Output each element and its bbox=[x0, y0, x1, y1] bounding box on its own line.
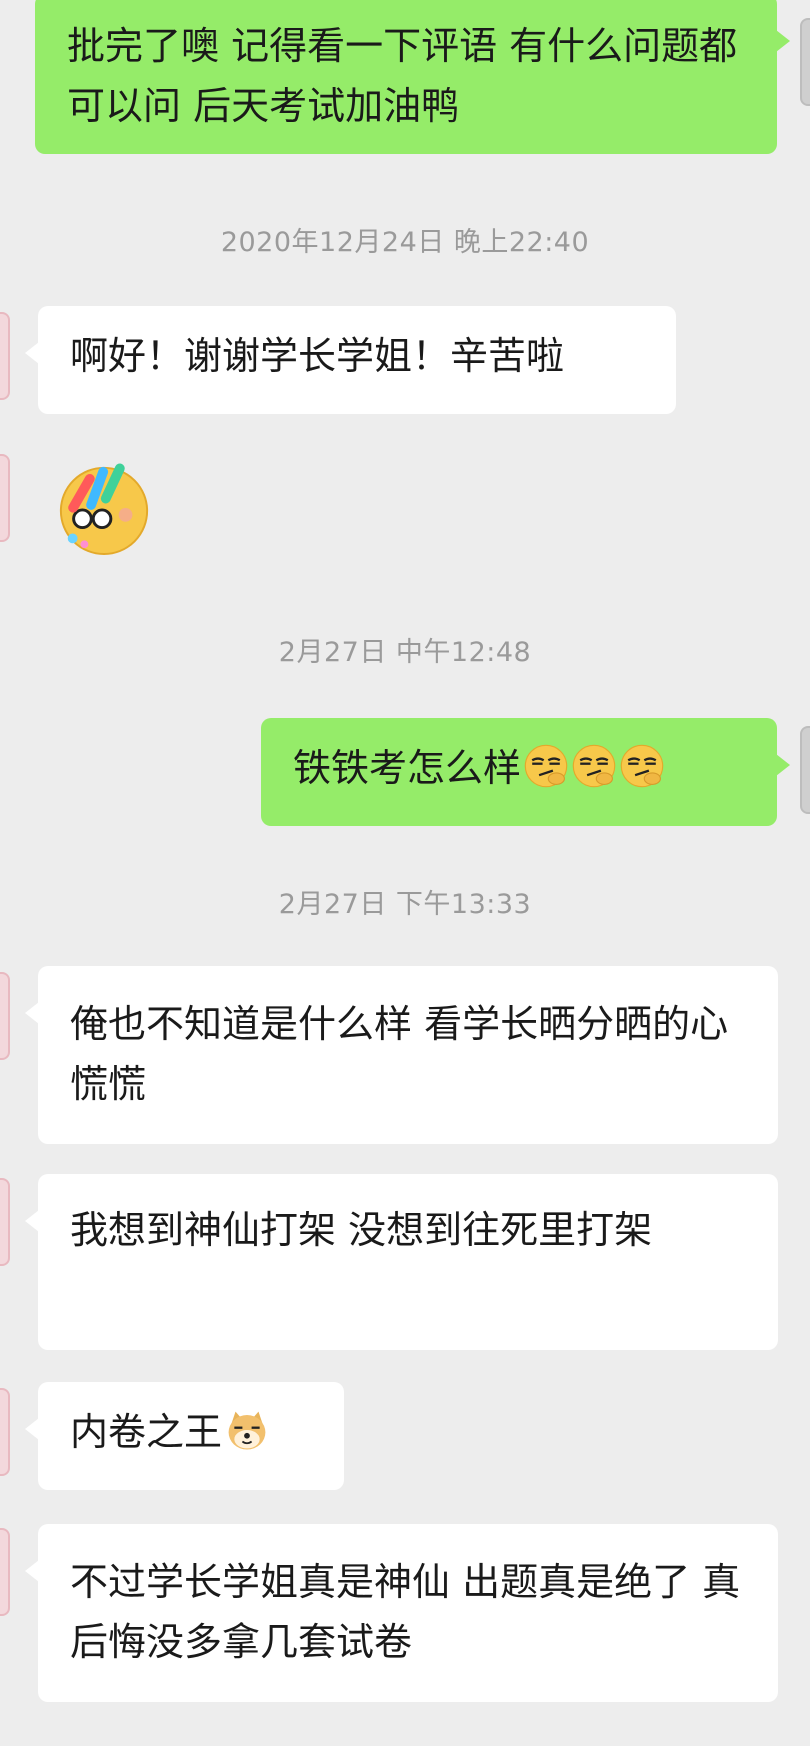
self-avatar[interactable] bbox=[800, 726, 810, 814]
timestamp: 2月27日 下午13:33 bbox=[278, 889, 532, 920]
message-text: 不过学长学姐真是神仙 出题真是绝了 真后悔没多拿几套试卷 bbox=[70, 1560, 741, 1664]
timestamp: 2月27日 中午12:48 bbox=[278, 637, 532, 668]
smirk-emoji-icon bbox=[524, 744, 568, 788]
contact-avatar[interactable] bbox=[0, 1178, 10, 1266]
incoming-message-bubble[interactable]: 内卷之王 bbox=[25, 1382, 344, 1490]
message-text: 我想到神仙打架 没想到往死里打架 bbox=[70, 1208, 653, 1252]
contact-avatar[interactable] bbox=[0, 454, 10, 542]
contact-avatar[interactable] bbox=[0, 1528, 10, 1616]
outgoing-message-bubble[interactable]: 批完了噢 记得看一下评语 有什么问题都可以问 后天考试加油鸭 bbox=[35, 0, 790, 154]
doge-emoji-icon bbox=[228, 1411, 266, 1450]
smirk-emoji-icon bbox=[572, 744, 616, 788]
message-text: 铁铁考怎么样 bbox=[293, 746, 522, 790]
timestamp: 2020年12月24日 晚上22:40 bbox=[220, 227, 590, 258]
dizzy-face-sticker-icon[interactable] bbox=[55, 458, 153, 556]
self-avatar[interactable] bbox=[800, 18, 810, 106]
incoming-message-bubble[interactable]: 不过学长学姐真是神仙 出题真是绝了 真后悔没多拿几套试卷 bbox=[25, 1524, 778, 1702]
outgoing-message-bubble[interactable]: 铁铁考怎么样 bbox=[261, 718, 790, 826]
message-text: 俺也不知道是什么样 看学长晒分晒的心慌慌 bbox=[70, 1002, 729, 1106]
contact-avatar[interactable] bbox=[0, 1388, 10, 1476]
message-text: 啊好！谢谢学长学姐！辛苦啦 bbox=[70, 334, 565, 378]
chat-conversation: 批完了噢 记得看一下评语 有什么问题都可以问 后天考试加油鸭 2020年12月2… bbox=[0, 0, 810, 1746]
incoming-message-bubble[interactable]: 我想到神仙打架 没想到往死里打架 bbox=[25, 1174, 778, 1350]
incoming-message-bubble[interactable]: 啊好！谢谢学长学姐！辛苦啦 bbox=[25, 306, 676, 414]
contact-avatar[interactable] bbox=[0, 312, 10, 400]
contact-avatar[interactable] bbox=[0, 972, 10, 1060]
smirk-emoji-icon bbox=[620, 744, 664, 788]
message-text: 批完了噢 记得看一下评语 有什么问题都可以问 后天考试加油鸭 bbox=[67, 24, 738, 128]
incoming-message-bubble[interactable]: 俺也不知道是什么样 看学长晒分晒的心慌慌 bbox=[25, 966, 778, 1144]
message-text: 内卷之王 bbox=[70, 1410, 223, 1454]
